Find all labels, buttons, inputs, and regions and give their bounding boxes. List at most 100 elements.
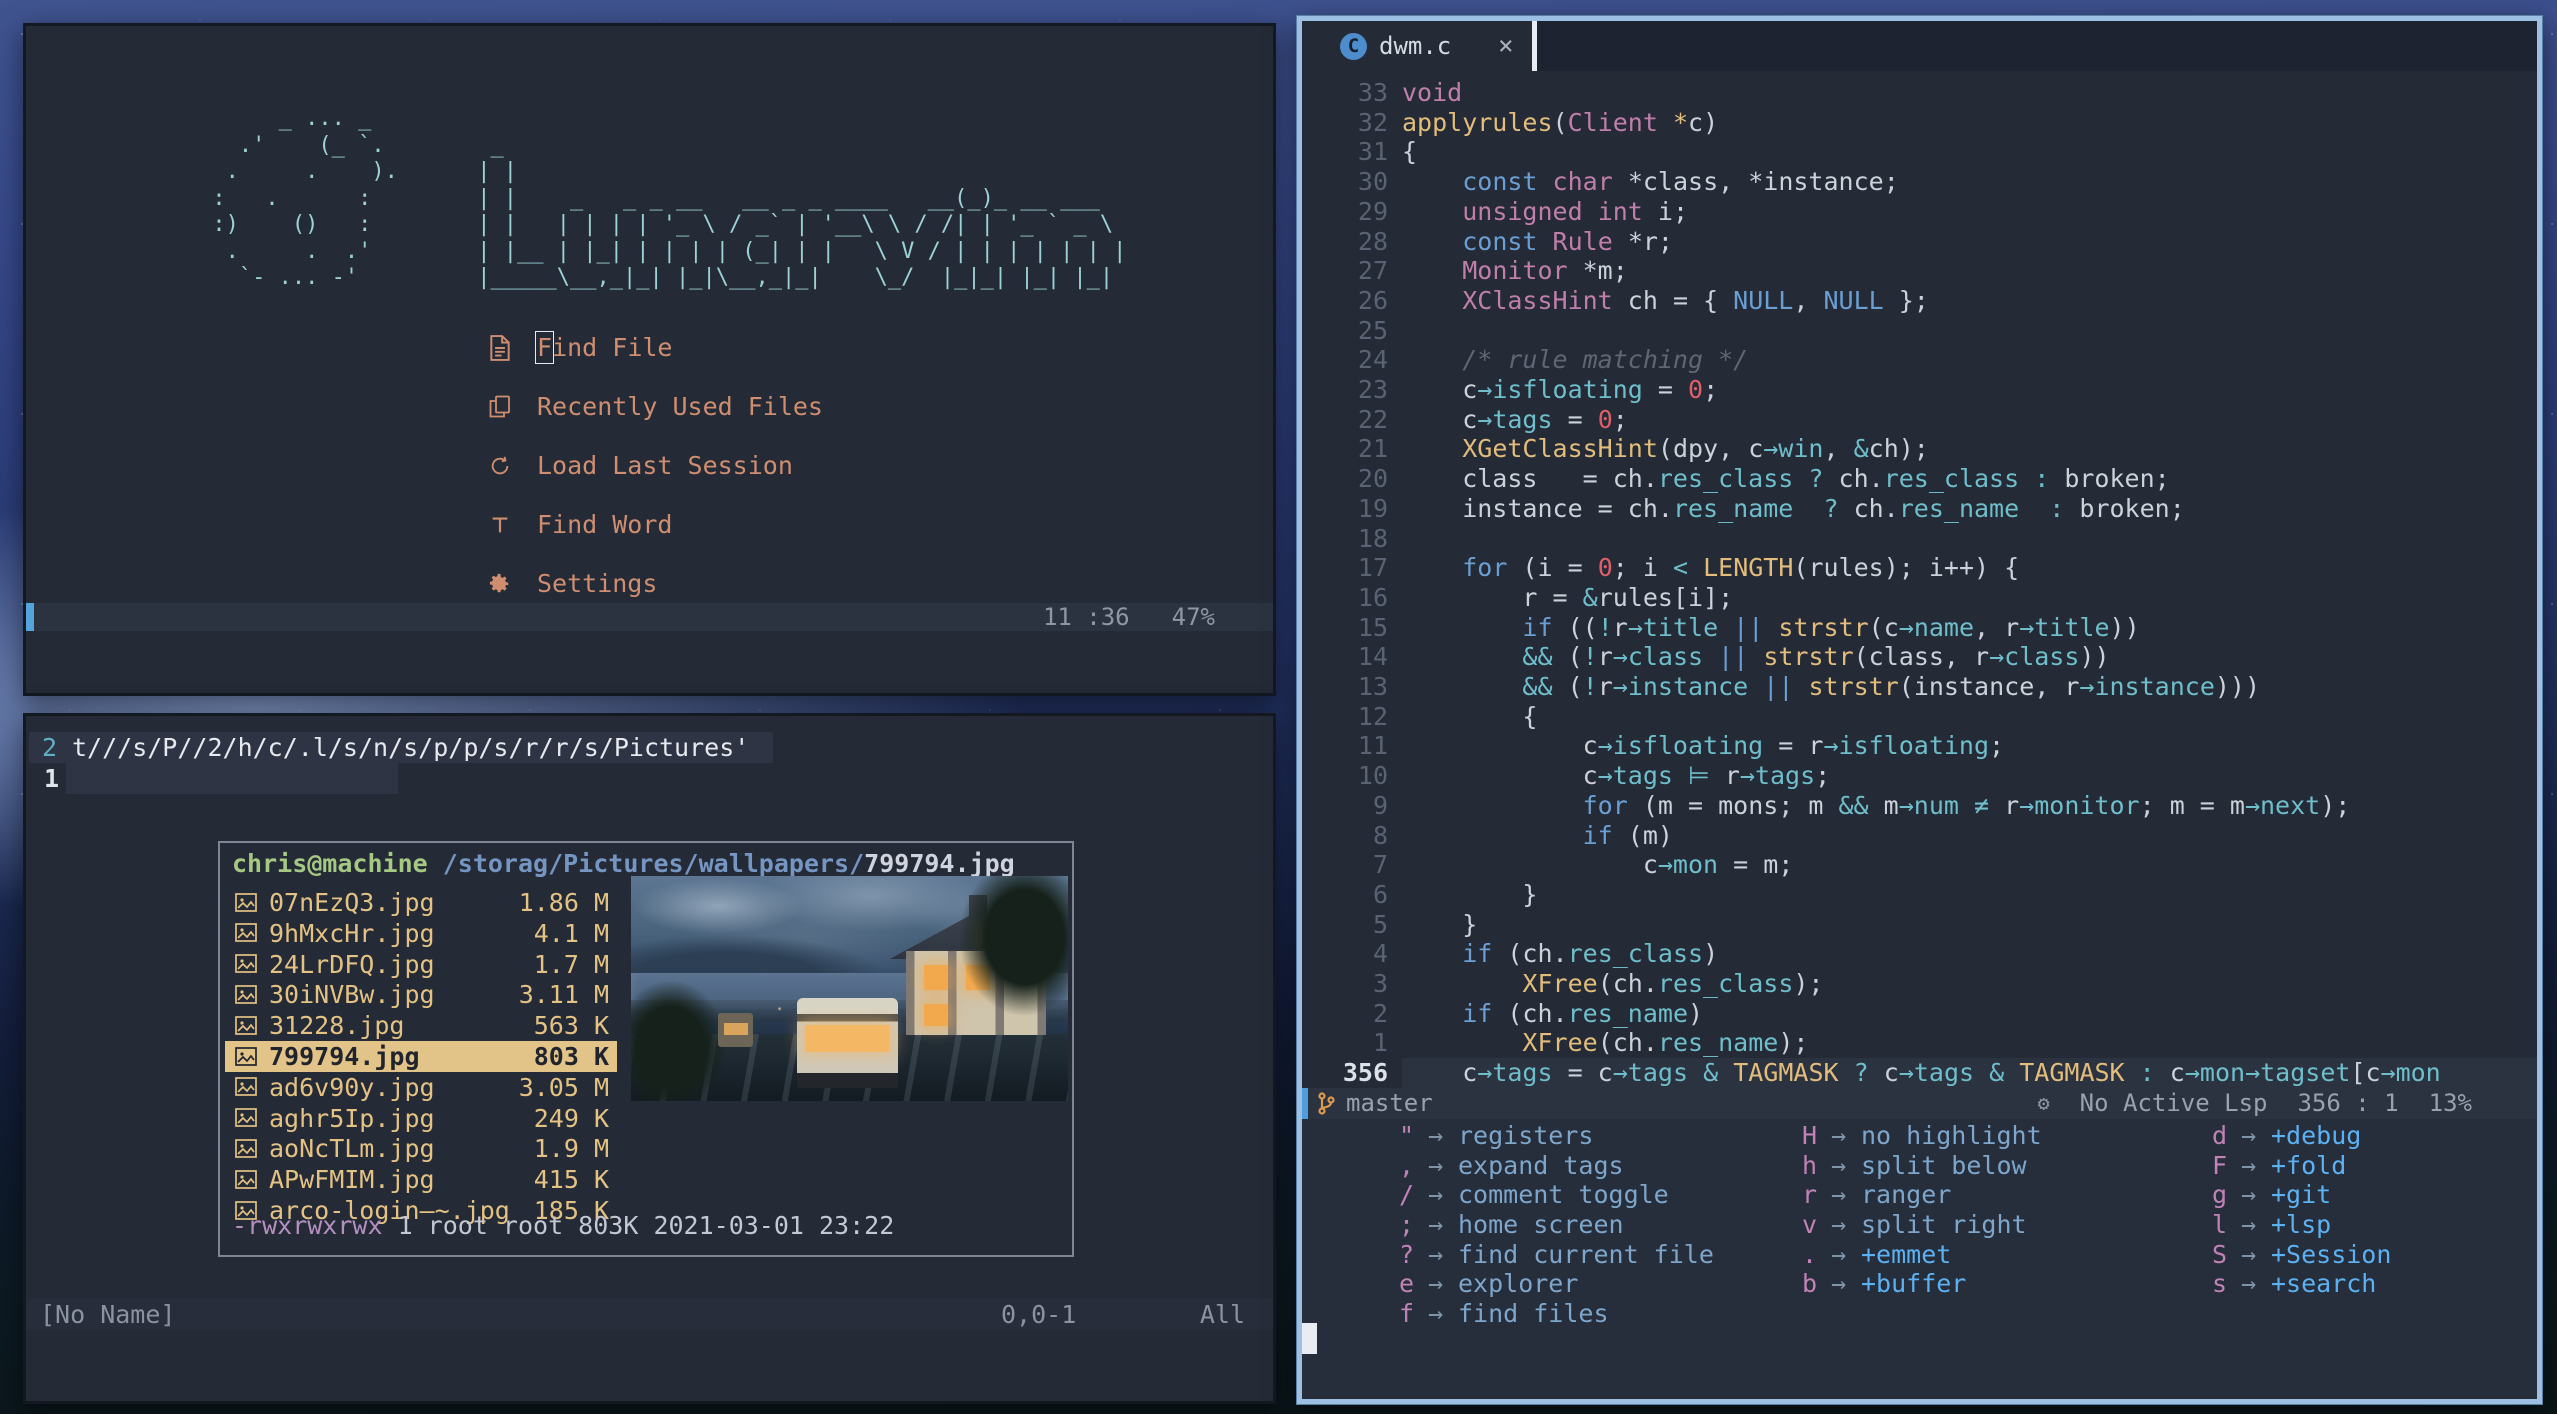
file-row-24lrdfq-jpg[interactable]: 24LrDFQ.jpg 1.7 M [225,949,617,980]
buffer-line-1: 1 [26,763,1273,794]
menu-item-recently-used-files[interactable]: Recently Used Files [485,377,823,436]
tab-dwm-c[interactable]: C dwm.c × [1302,21,1532,71]
copy-icon [485,394,515,420]
code-line: 1 XFree(ch.res_name); [1302,1028,2537,1058]
code-text: unsigned int i; [1462,196,1689,226]
menu-item-find-word[interactable]: Find Word [485,495,823,554]
file-row-30invbw-jpg[interactable]: 30iNVBw.jpg 3.11 M [225,979,617,1010]
buffer-name: [No Name] [40,1300,176,1329]
which-key-column: H → no highlight h → split below r → ranger v → spl… [1705,1121,2042,1299]
image-icon [235,1139,259,1159]
code-line: 2 if (ch.res_name) [1302,999,2537,1029]
preview-cable-car-far [718,1013,754,1047]
arrow-right-icon: → [1831,1269,1847,1299]
tabline-cursor [1532,21,1537,71]
file-row-apwfmim-jpg[interactable]: APwFMIM.jpg 415 K [225,1164,617,1195]
line-number: 1 [1372,1028,1388,1058]
arrow-right-icon: → [2241,1180,2257,1210]
file-row-9hmxchr-jpg[interactable]: 9hMxcHr.jpg 4.1 M [225,918,617,949]
which-key-panel: " → registers, → expand tags / → comment toggle… [1302,1119,2537,1399]
arrow-right-icon: → [2241,1269,2257,1299]
binding-label: +fold [2271,1150,2347,1180]
file-row-799794-jpg[interactable]: 799794.jpg 803 K [225,1041,617,1072]
statusline-right-info: 11 :36 47% [1001,603,1215,631]
code-line: 18 [1302,524,2537,554]
arrow-right-icon: → [1831,1210,1847,1240]
desktop: { "dashboard": { "ascii_art": [ " _ ... … [0,0,2557,1414]
current-file-name: 799794.jpg [864,849,1015,878]
file-row-aghr5ip-jpg[interactable]: aghr5Ip.jpg 249 K [225,1103,617,1134]
which-key-binding-find-current-file: ? → find current file [1302,1240,1714,1270]
code-line: 17 for (i = 0; i < LENGTH(rules); i++) { [1302,553,2537,583]
menu-item-label: Find File [534,331,673,364]
menu-item-load-last-session[interactable]: Load Last Session [485,436,823,495]
code-text: c→isfloating = 0; [1402,375,1719,404]
binding-key: F [2211,1150,2227,1180]
code-text: r = &rules[i]; [1402,582,1734,612]
line-number: 18 [1357,523,1388,553]
which-key-binding-registers: " → registers [1302,1121,1714,1151]
image-icon [235,892,259,913]
file-size: 3.11 M [518,980,609,1010]
code-text: { [1402,137,1418,167]
which-key-binding-explorer: e → explorer [1302,1269,1714,1299]
close-icon[interactable]: × [1498,31,1514,61]
which-key-binding-split-below: h → split below [1705,1151,2042,1181]
code-text: XGetClassHint(dpy, c→win, &ch); [1462,434,1929,464]
file-details-line: -rwxrwxrwx 1 root root 803K 2021-03-01 2… [232,1211,894,1240]
file-row-31228-jpg[interactable]: 31228.jpg 563 K [225,1010,617,1041]
code-line: 5 } [1302,910,2537,940]
scroll-indicator: All [1199,1300,1245,1329]
code-text: c→tags ⊨ r→tags; [1402,761,1831,791]
code-text: if (m) [1582,820,1673,850]
buffer-text: t///s/P//2/h/c/.l/s/n/s/p/p/s/r/r/s/Pict… [72,733,750,762]
code-line: 19 instance = ch.res_name ? ch.res_name … [1302,494,2537,524]
binding-key: r [1801,1180,1817,1210]
which-key-binding-ranger: r → ranger [1705,1180,2042,1210]
menu-item-find-file[interactable]: Find File [485,318,823,377]
line-number: 21 [1357,434,1388,464]
line-number: 2 [42,733,58,762]
line-number: 25 [1357,315,1388,345]
binding-key: g [2211,1180,2227,1210]
editor-window: C dwm.c × 33 void 32 applyrules(Client *c) 3… [1297,16,2542,1404]
code-line: 33 void [1302,78,2537,108]
line-number: 4 [1372,939,1388,969]
file-row-aonctlm-jpg[interactable]: aoNcTLm.jpg 1.9 M [225,1133,617,1164]
binding-label: ranger [1861,1180,1952,1210]
clock-text: 11 :36 [1042,603,1130,631]
dashboard-window: _ ... _ .' (_ `. _ . . ). | | : . : | | … [23,23,1276,696]
menu-item-label: Load Last Session [537,451,793,480]
image-icon [235,1077,259,1097]
image-icon [235,985,259,1005]
which-key-binding-expand-tags: , → expand tags [1302,1151,1714,1181]
file-name: 799794.jpg [269,1042,420,1071]
code-text: XClassHint ch = { NULL, NULL }; [1462,285,1929,315]
binding-key: . [1801,1239,1817,1269]
arrow-right-icon: → [2241,1121,2257,1150]
line-number: 20 [1357,464,1388,494]
file-name: 30iNVBw.jpg [269,980,435,1010]
code-line: 11 c→isfloating = r→isfloating; [1302,731,2537,761]
which-key-column: d → +debug F → +fold g → +git l → +lsp S → +Session s → +… [2115,1121,2391,1299]
lsp-status: No Active Lsp [2079,1089,2268,1117]
file-size: 1.86 M [518,888,609,917]
line-number: 22 [1357,404,1388,434]
binding-label: +git [2271,1180,2332,1210]
c-language-icon: C [1340,32,1367,60]
which-key-binding-comment-toggle: / → comment toggle [1302,1180,1714,1210]
menu-item-label: Settings [537,569,658,598]
file-row-07nezq3-jpg[interactable]: 07nEzQ3.jpg 1.86 M [225,887,617,918]
line-number: 10 [1357,761,1388,791]
line-number: 11 [1357,731,1388,761]
binding-key: h [1801,1150,1817,1180]
file-manager-path: chris@machine /storag/Pictures/wallpaper… [232,849,1015,878]
file-name: aghr5Ip.jpg [269,1103,435,1133]
file-row-ad6v90y-jpg[interactable]: ad6v90y.jpg 3.05 M [225,1072,617,1103]
binding-key: S [2211,1239,2227,1269]
menu-item-label: Recently Used Files [537,392,823,421]
line-number: 30 [1357,167,1388,197]
code-line: 25 [1302,316,2537,346]
arrow-right-icon: → [1428,1269,1444,1299]
line-number: 27 [1357,256,1388,286]
